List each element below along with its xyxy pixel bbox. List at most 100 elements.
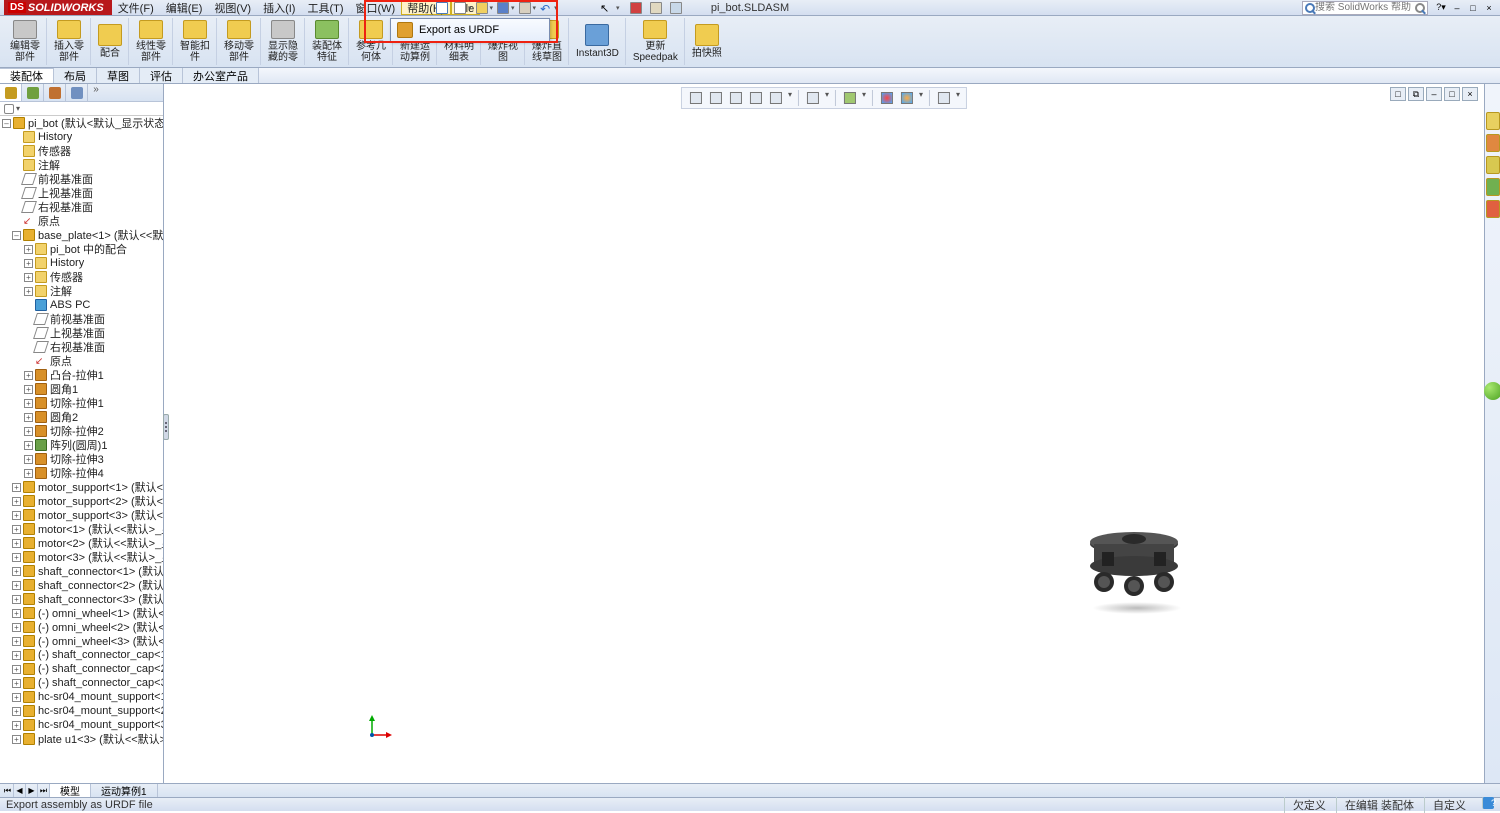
- cmd-tab-0[interactable]: 装配体: [0, 68, 54, 83]
- help-search[interactable]: [1302, 1, 1428, 15]
- tree-expander[interactable]: +: [12, 679, 21, 688]
- tree-expander[interactable]: +: [12, 721, 21, 730]
- help-search-input[interactable]: [1315, 2, 1415, 13]
- tree-row[interactable]: +motor<1> (默认<<默认>_显: [0, 522, 163, 536]
- tree-row[interactable]: 前视基准面: [0, 312, 163, 326]
- tree-row[interactable]: +圆角2: [0, 410, 163, 424]
- tree-expander[interactable]: +: [12, 707, 21, 716]
- tree-row[interactable]: +History: [0, 256, 163, 270]
- tree-row[interactable]: +阵列(圆周)1: [0, 438, 163, 452]
- tree-expander[interactable]: [24, 301, 33, 310]
- tree-expander[interactable]: +: [12, 651, 21, 660]
- menu-insert[interactable]: 插入(I): [257, 0, 301, 16]
- vp-single-icon[interactable]: □: [1390, 87, 1406, 101]
- tree-row[interactable]: ABS PC: [0, 298, 163, 312]
- tree-expander[interactable]: +: [24, 469, 33, 478]
- tree-row[interactable]: +plate u1<3> (默认<<默认>: [0, 732, 163, 746]
- tree-expander[interactable]: +: [24, 385, 33, 394]
- cmd-tab-2[interactable]: 草图: [97, 68, 140, 83]
- tp-resources-tab[interactable]: [1486, 112, 1500, 130]
- tree-row[interactable]: +(-) shaft_connector_cap<2>: [0, 662, 163, 676]
- fm-tab-config[interactable]: [44, 84, 66, 101]
- tree-splitter[interactable]: [163, 414, 169, 440]
- fm-tab-feature-tree[interactable]: [0, 84, 22, 101]
- tree-expander[interactable]: +: [12, 665, 21, 674]
- tree-expander[interactable]: [12, 217, 21, 226]
- ribbon-btn-5[interactable]: 移动零 部件: [218, 18, 261, 65]
- tree-row[interactable]: 原点: [0, 354, 163, 368]
- tree-expander[interactable]: +: [12, 525, 21, 534]
- export-as-urdf-item[interactable]: Export as URDF: [391, 19, 549, 41]
- tree-row[interactable]: +传感器: [0, 270, 163, 284]
- tree-row[interactable]: +motor_support<2> (默认<: [0, 494, 163, 508]
- prev-view-icon[interactable]: [728, 90, 744, 106]
- ribbon-btn-1[interactable]: 插入零 部件: [48, 18, 91, 65]
- tree-expander[interactable]: +: [12, 553, 21, 562]
- tree-row[interactable]: +hc-sr04_mount_support<1>: [0, 690, 163, 704]
- tree-expander[interactable]: [24, 315, 33, 324]
- tree-row[interactable]: +切除-拉伸2: [0, 424, 163, 438]
- tree-row[interactable]: +圆角1: [0, 382, 163, 396]
- tree-row[interactable]: +(-) omni_wheel<3> (默认<显: [0, 634, 163, 648]
- scene-icon[interactable]: [899, 90, 915, 106]
- tree-expander[interactable]: [12, 189, 21, 198]
- tree-row[interactable]: 原点: [0, 214, 163, 228]
- tree-row[interactable]: 上视基准面: [0, 326, 163, 340]
- qa-undo[interactable]: [538, 1, 554, 15]
- tree-row[interactable]: +shaft_connector<2> (默认<: [0, 578, 163, 592]
- tree-row[interactable]: +shaft_connector<3> (默认<: [0, 592, 163, 606]
- menu-edit[interactable]: 编辑(E): [160, 0, 209, 16]
- ribbon-btn-7[interactable]: 装配体 特征: [306, 18, 349, 65]
- menu-tools[interactable]: 工具(T): [301, 0, 349, 16]
- tree-row[interactable]: +(-) shaft_connector_cap<1>: [0, 648, 163, 662]
- tree-expander[interactable]: +: [24, 287, 33, 296]
- display-style-icon[interactable]: [805, 90, 821, 106]
- tp-file-explorer-tab[interactable]: [1486, 156, 1500, 174]
- btab-motion1[interactable]: 运动算例1: [91, 784, 158, 797]
- view-orient-icon[interactable]: [768, 90, 784, 106]
- tree-expander[interactable]: +: [24, 259, 33, 268]
- btab-last[interactable]: ⏭: [38, 784, 50, 797]
- tp-design-lib-tab[interactable]: [1486, 134, 1500, 152]
- tree-expander[interactable]: +: [24, 273, 33, 282]
- tree-expander[interactable]: +: [24, 441, 33, 450]
- help-dropdown-icon[interactable]: ?▾: [1434, 2, 1448, 14]
- tree-row[interactable]: 前视基准面: [0, 172, 163, 186]
- tree-expander[interactable]: +: [12, 609, 21, 618]
- menu-window[interactable]: 窗口(W): [350, 0, 402, 16]
- status-custom[interactable]: 自定义: [1424, 797, 1466, 813]
- btab-model[interactable]: 模型: [50, 784, 91, 797]
- tree-row[interactable]: +凸台-拉伸1: [0, 368, 163, 382]
- tree-row[interactable]: +(-) shaft_connector_cap<3>: [0, 676, 163, 690]
- tree-row[interactable]: +(-) omni_wheel<1> (默认<显: [0, 606, 163, 620]
- qa-select[interactable]: ↖: [598, 1, 614, 15]
- section-view-icon[interactable]: [748, 90, 764, 106]
- btab-next[interactable]: ▶: [26, 784, 38, 797]
- tree-row[interactable]: –pi_bot (默认<默认_显示状态-1>: [0, 116, 163, 130]
- tree-expander[interactable]: +: [24, 413, 33, 422]
- ribbon-btn-13[interactable]: Instant3D: [570, 18, 626, 65]
- btab-first[interactable]: ⏮: [2, 784, 14, 797]
- ribbon-btn-4[interactable]: 智能扣 件: [174, 18, 217, 65]
- vp-link-icon[interactable]: ⧉: [1408, 87, 1424, 101]
- menu-view[interactable]: 视图(V): [208, 0, 257, 16]
- btab-prev[interactable]: ◀: [14, 784, 26, 797]
- tree-expander[interactable]: +: [12, 567, 21, 576]
- fm-tabs-expand[interactable]: »: [88, 84, 104, 101]
- search-go-icon[interactable]: [1415, 3, 1425, 13]
- tree-expander[interactable]: [24, 343, 33, 352]
- tree-row[interactable]: 上视基准面: [0, 186, 163, 200]
- appearance-icon[interactable]: [879, 90, 895, 106]
- tree-expander[interactable]: +: [12, 595, 21, 604]
- ribbon-btn-0[interactable]: 编辑零 部件: [4, 18, 47, 65]
- tree-expander[interactable]: +: [12, 623, 21, 632]
- tree-expander[interactable]: +: [12, 539, 21, 548]
- ribbon-btn-14[interactable]: 更新 Speedpak: [627, 18, 685, 65]
- tree-row[interactable]: +切除-拉伸4: [0, 466, 163, 480]
- tree-expander[interactable]: [24, 329, 33, 338]
- tree-row[interactable]: –base_plate<1> (默认<<默认: [0, 228, 163, 242]
- tree-row[interactable]: +motor<2> (默认<<默认>_显: [0, 536, 163, 550]
- tree-row[interactable]: +切除-拉伸3: [0, 452, 163, 466]
- tree-expander[interactable]: +: [24, 245, 33, 254]
- tp-view-palette-tab[interactable]: [1486, 178, 1500, 196]
